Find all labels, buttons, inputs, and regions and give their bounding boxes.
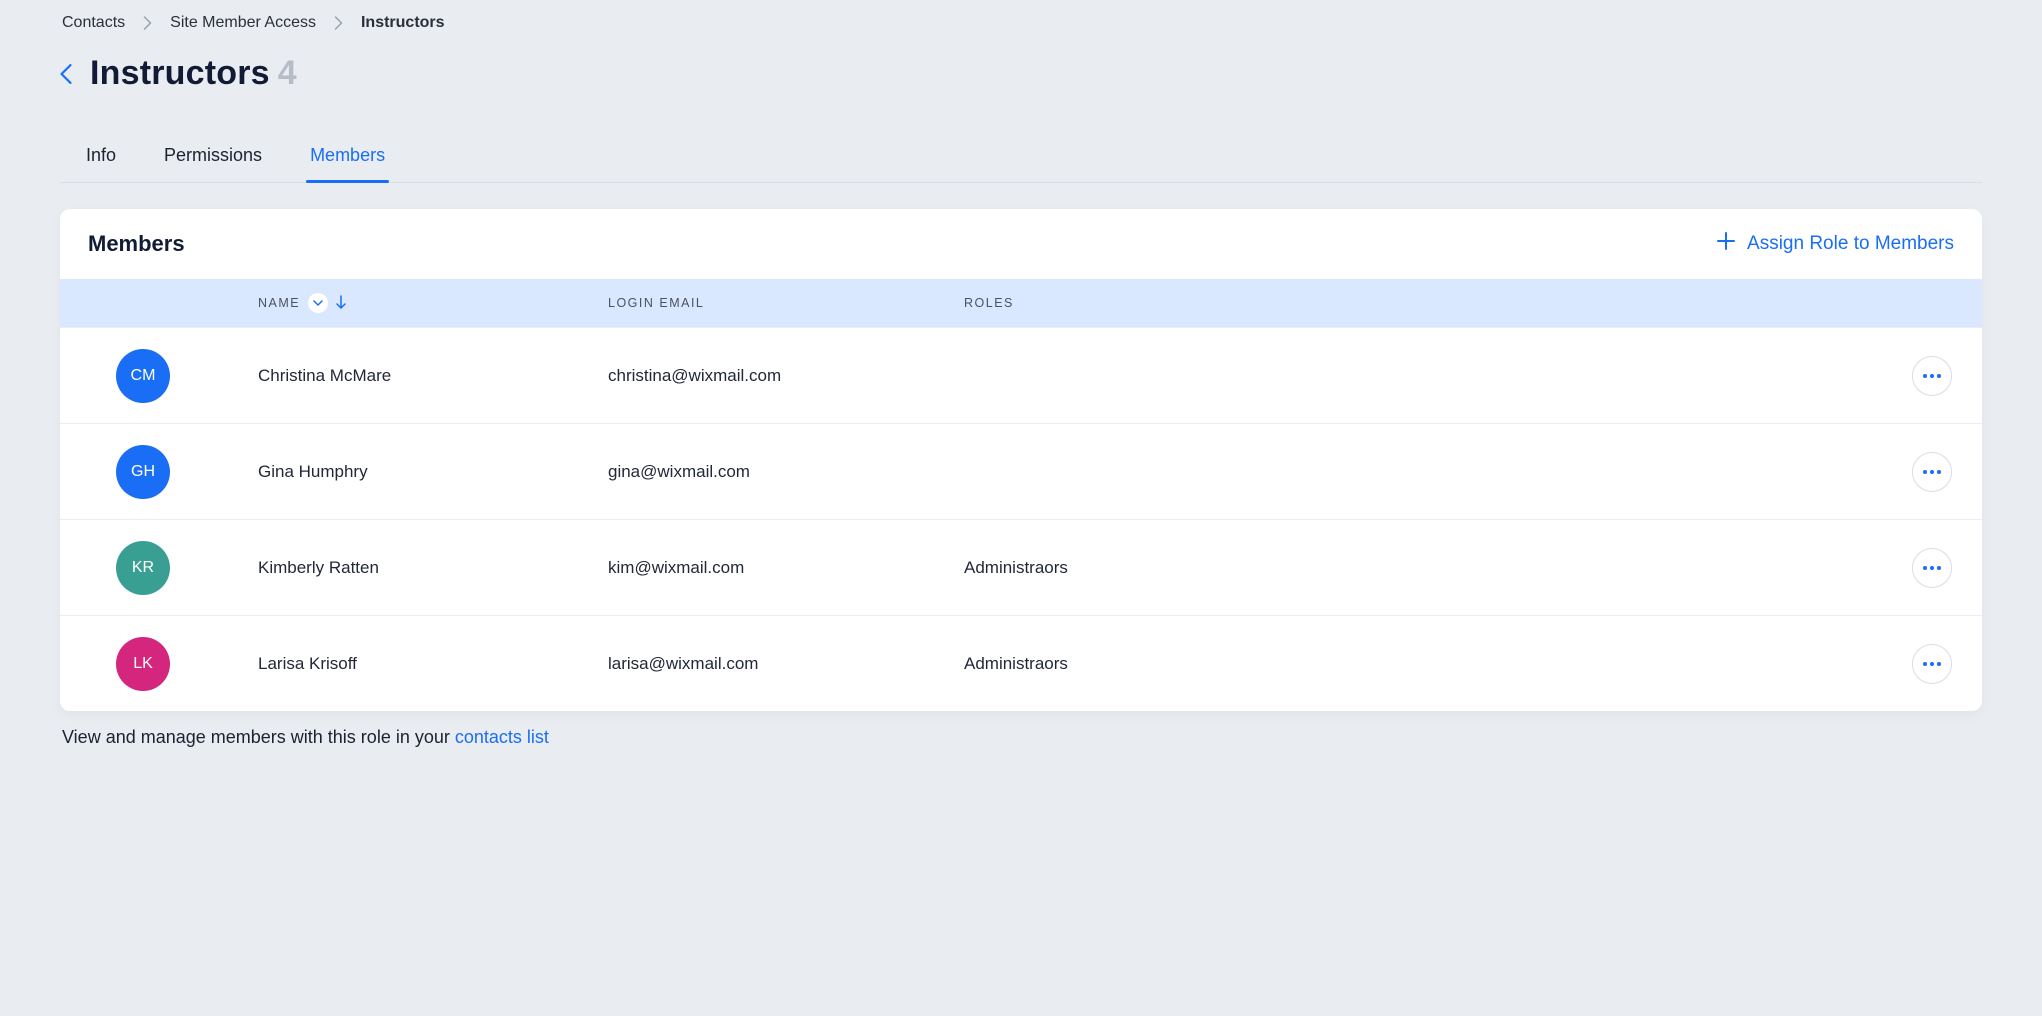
tab-members[interactable]: Members	[306, 137, 389, 182]
more-horizontal-icon	[1923, 374, 1941, 378]
more-horizontal-icon	[1923, 566, 1941, 570]
tab-info[interactable]: Info	[82, 137, 120, 182]
footer-note: View and manage members with this role i…	[60, 727, 1982, 748]
table-row[interactable]: LK Larisa Krisofflarisa@wixmail.comAdmini…	[60, 615, 1982, 711]
member-email: larisa@wixmail.com	[608, 654, 964, 674]
chevron-right-icon	[143, 16, 152, 30]
members-card: Members Assign Role to Members NAME LOGI…	[60, 209, 1982, 711]
contacts-list-link[interactable]: contacts list	[455, 727, 549, 747]
plus-icon	[1717, 232, 1735, 256]
card-title: Members	[88, 231, 185, 257]
member-name: Christina McMare	[258, 366, 608, 386]
member-roles: Administraors	[964, 558, 1834, 578]
table-row[interactable]: CM Christina McMarechristina@wixmail.com	[60, 327, 1982, 423]
avatar: GH	[116, 445, 170, 499]
back-button[interactable]	[60, 64, 72, 84]
avatar: LK	[116, 637, 170, 691]
avatar: KR	[116, 541, 170, 595]
chevron-right-icon	[334, 16, 343, 30]
table-row[interactable]: GH Gina Humphrygina@wixmail.com	[60, 423, 1982, 519]
breadcrumb-item-instructors: Instructors	[361, 14, 445, 32]
member-email: gina@wixmail.com	[608, 462, 964, 482]
tab-permissions[interactable]: Permissions	[160, 137, 266, 182]
row-actions-button[interactable]	[1912, 548, 1952, 588]
page-title: Instructors4	[90, 54, 297, 93]
breadcrumb-item-site-member-access[interactable]: Site Member Access	[170, 14, 316, 32]
more-horizontal-icon	[1923, 662, 1941, 666]
member-roles: Administraors	[964, 654, 1834, 674]
member-email: christina@wixmail.com	[608, 366, 964, 386]
more-horizontal-icon	[1923, 470, 1941, 474]
arrow-down-icon	[336, 295, 346, 312]
chevron-down-icon	[308, 293, 328, 313]
member-name: Kimberly Ratten	[258, 558, 608, 578]
table-row[interactable]: KR Kimberly Rattenkim@wixmail.comAdminist…	[60, 519, 1982, 615]
avatar: CM	[116, 349, 170, 403]
column-header-roles[interactable]: ROLES	[964, 296, 1834, 310]
column-header-email[interactable]: LOGIN EMAIL	[608, 296, 964, 310]
column-header-name[interactable]: NAME	[258, 293, 608, 313]
breadcrumb: Contacts Site Member Access Instructors	[60, 10, 1982, 50]
row-actions-button[interactable]	[1912, 356, 1952, 396]
member-name: Larisa Krisoff	[258, 654, 608, 674]
tabs: Info Permissions Members	[60, 137, 1982, 183]
row-actions-button[interactable]	[1912, 452, 1952, 492]
assign-role-button[interactable]: Assign Role to Members	[1717, 232, 1954, 256]
breadcrumb-item-contacts[interactable]: Contacts	[62, 14, 125, 32]
table-header: NAME LOGIN EMAIL ROLES	[60, 279, 1982, 327]
member-name: Gina Humphry	[258, 462, 608, 482]
member-email: kim@wixmail.com	[608, 558, 964, 578]
row-actions-button[interactable]	[1912, 644, 1952, 684]
assign-role-label: Assign Role to Members	[1747, 233, 1954, 255]
